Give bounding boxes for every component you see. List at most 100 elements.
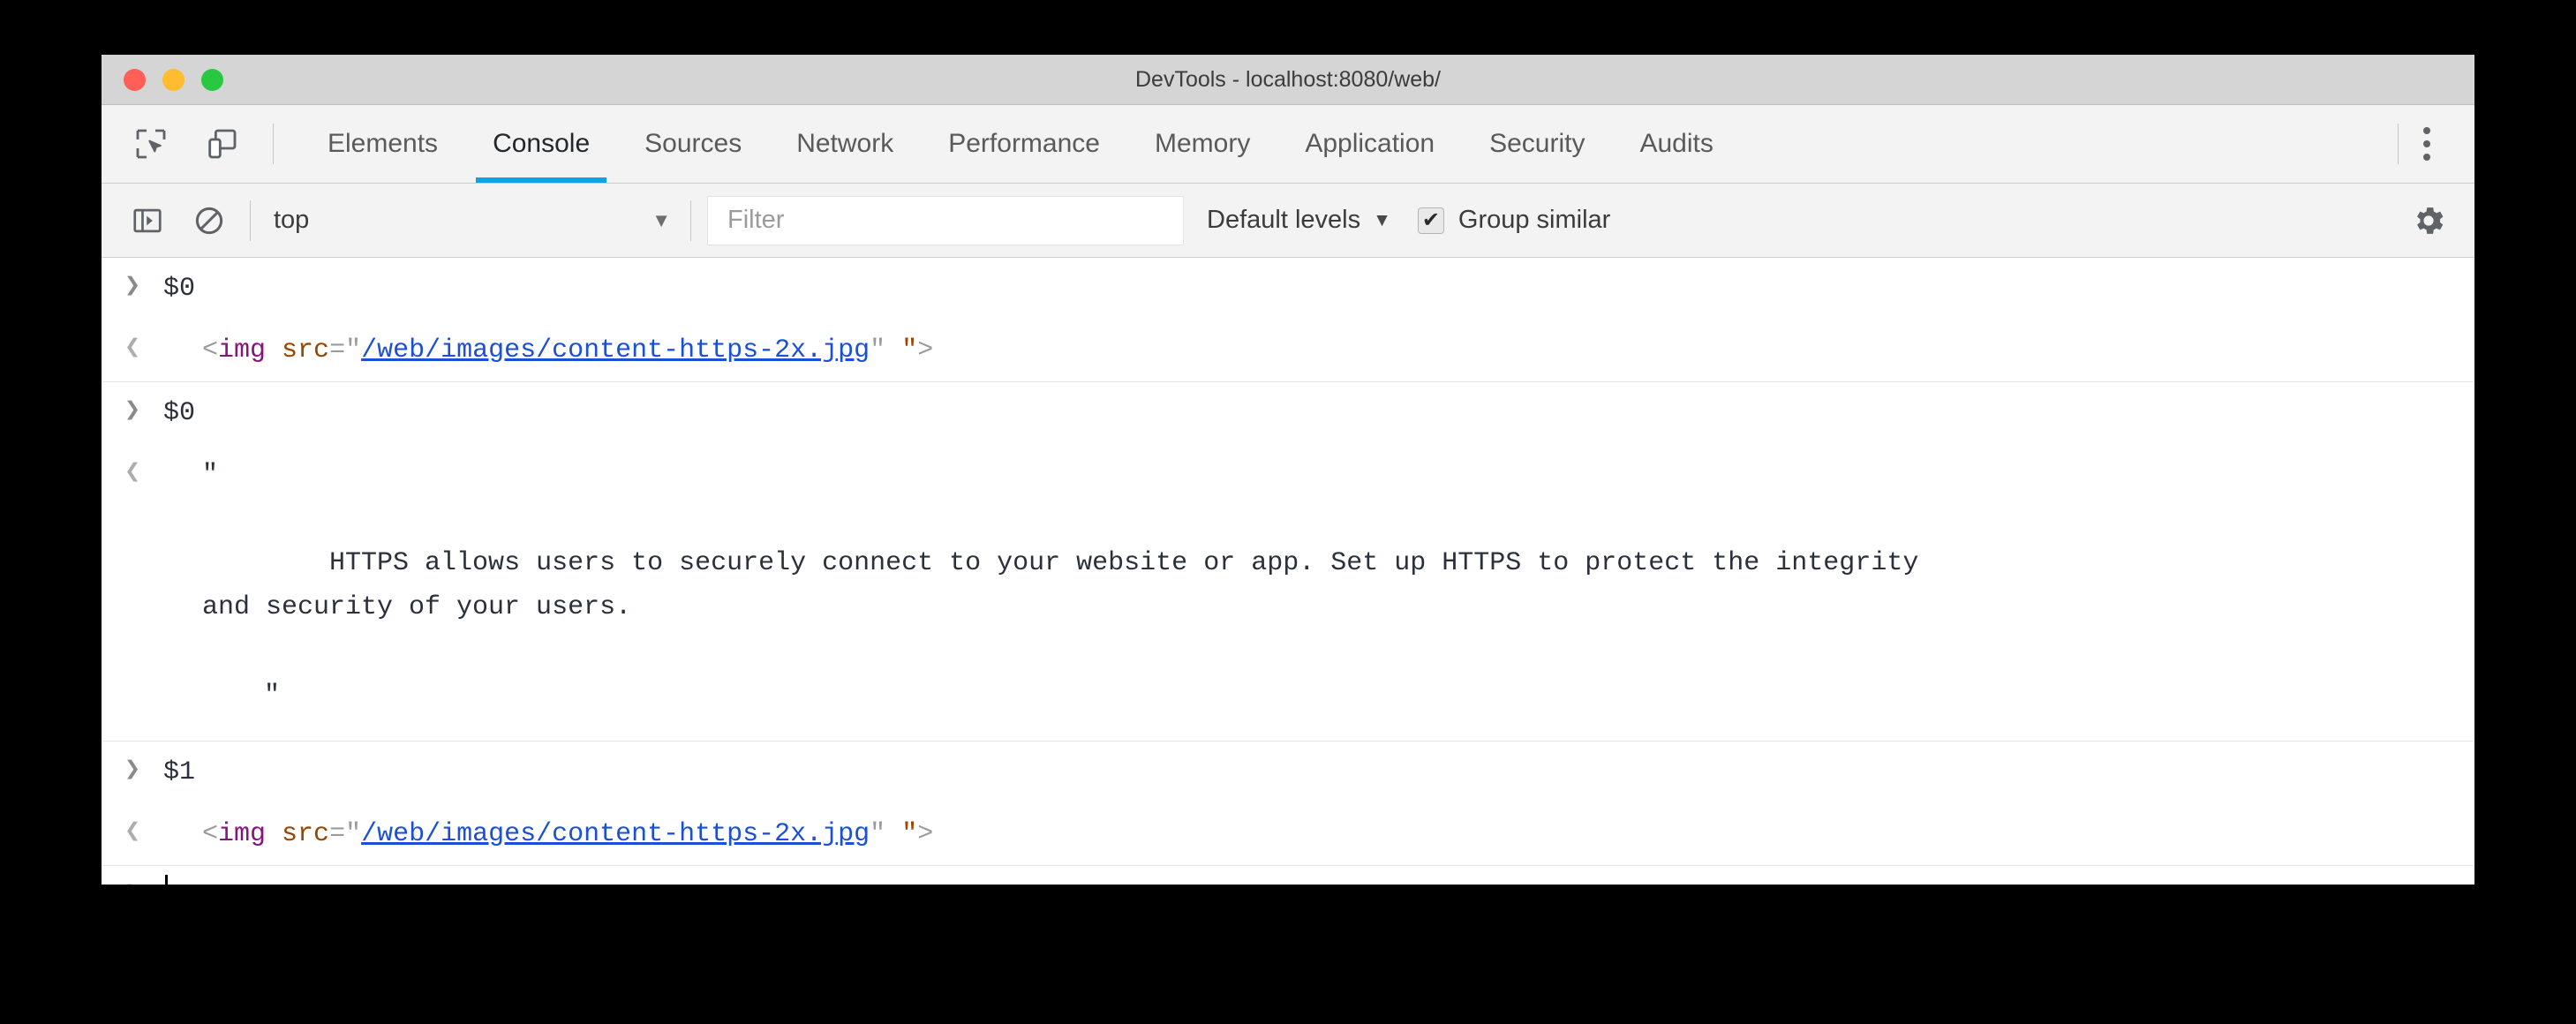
console-command-text: $0 bbox=[163, 398, 196, 428]
string-line-2: and security of your users. bbox=[202, 592, 632, 622]
close-window-button[interactable] bbox=[124, 68, 146, 91]
chevron-down-icon: ▼ bbox=[1373, 209, 1391, 230]
checkmark-icon: ✔ bbox=[1421, 207, 1440, 232]
tabbar-right-controls bbox=[2394, 119, 2474, 169]
console-output-row[interactable]: ❮ <img src="/web/images/content-https-2x… bbox=[102, 320, 2474, 382]
clear-console-icon[interactable] bbox=[186, 198, 232, 244]
more-options-icon[interactable] bbox=[2402, 119, 2452, 169]
string-line-1: HTTPS allows users to securely connect t… bbox=[202, 548, 1919, 578]
html-punctuation: > bbox=[917, 335, 934, 365]
console-message-list[interactable]: ❯ $0 ❮ <img src="/web/images/content-htt… bbox=[102, 258, 2474, 885]
log-levels-select[interactable]: Default levels ▼ bbox=[1207, 206, 1391, 235]
tab-network[interactable]: Network bbox=[769, 105, 921, 183]
input-arrow-icon: ❯ bbox=[124, 396, 141, 426]
tab-label: Memory bbox=[1154, 129, 1251, 158]
tab-label: Security bbox=[1489, 129, 1586, 158]
tab-audits[interactable]: Audits bbox=[1612, 105, 1740, 183]
console-result-html: <img src="/web/images/content-https-2x.j… bbox=[163, 328, 2474, 373]
html-space bbox=[266, 335, 282, 365]
output-arrow-icon: ❮ bbox=[124, 334, 141, 364]
tab-label: Audits bbox=[1639, 129, 1714, 158]
minimize-window-button[interactable] bbox=[162, 68, 185, 91]
filter-input[interactable]: Filter bbox=[707, 195, 1184, 245]
toolbar-divider bbox=[273, 124, 274, 164]
inspect-element-icon[interactable] bbox=[128, 121, 174, 167]
tab-elements[interactable]: Elements bbox=[300, 105, 465, 183]
tab-label: Elements bbox=[328, 129, 439, 158]
maximize-window-button[interactable] bbox=[201, 68, 223, 91]
console-toolbar-right bbox=[2406, 198, 2474, 244]
console-input-row[interactable]: ❯ $1 bbox=[102, 742, 2474, 803]
html-attribute-name: src bbox=[282, 819, 330, 849]
text-cursor bbox=[165, 875, 168, 885]
window-title: DevTools - localhost:8080/web/ bbox=[1134, 66, 1442, 92]
chevron-down-icon: ▼ bbox=[652, 208, 671, 231]
devtools-tabbar: Elements Console Sources Network Perform… bbox=[102, 105, 2474, 184]
html-space bbox=[885, 335, 901, 365]
tab-label: Performance bbox=[948, 129, 1100, 158]
html-tag-name: img bbox=[218, 335, 267, 365]
resource-link[interactable]: /web/images/content-https-2x.jpg bbox=[361, 335, 870, 365]
input-arrow-icon: ❯ bbox=[124, 756, 141, 786]
tab-label: Sources bbox=[644, 129, 742, 158]
console-output-row[interactable]: ❮ " HTTPS allows users to securely conne… bbox=[102, 444, 2474, 742]
string-close-quote: " bbox=[264, 681, 281, 711]
console-prompt-row[interactable]: ❯ bbox=[102, 866, 2474, 885]
settings-gear-icon[interactable] bbox=[2406, 198, 2452, 244]
html-punctuation: < bbox=[202, 335, 219, 365]
html-punctuation: < bbox=[202, 819, 219, 849]
tab-label: Console bbox=[493, 129, 591, 158]
html-punctuation: " bbox=[870, 819, 886, 849]
console-toolbar: top ▼ Filter Default levels ▼ ✔ Group si… bbox=[102, 184, 2474, 258]
tab-memory[interactable]: Memory bbox=[1127, 105, 1277, 183]
log-levels-label: Default levels bbox=[1207, 206, 1361, 234]
group-similar-label: Group similar bbox=[1457, 206, 1611, 234]
console-input-row[interactable]: ❯ $0 bbox=[102, 258, 2474, 320]
prompt-arrow-icon: ❯ bbox=[102, 875, 163, 885]
tab-performance[interactable]: Performance bbox=[921, 105, 1127, 183]
tab-console[interactable]: Console bbox=[465, 105, 617, 183]
tab-label: Application bbox=[1305, 129, 1435, 158]
html-space bbox=[885, 819, 901, 849]
console-output-row[interactable]: ❮ <img src="/web/images/content-https-2x… bbox=[102, 803, 2474, 866]
html-attribute-name: src bbox=[282, 335, 330, 365]
console-result-html: <img src="/web/images/content-https-2x.j… bbox=[163, 812, 2474, 856]
toggle-device-toolbar-icon[interactable] bbox=[199, 121, 245, 167]
html-attribute-quote: " bbox=[901, 819, 918, 849]
group-similar-checkbox[interactable]: ✔ bbox=[1417, 207, 1444, 234]
tab-list: Elements Console Sources Network Perform… bbox=[300, 105, 1741, 183]
devtools-window: DevTools - localhost:8080/web/ Elements … bbox=[102, 55, 2474, 885]
html-space bbox=[266, 819, 282, 849]
input-arrow-icon: ❯ bbox=[124, 272, 141, 302]
tab-security[interactable]: Security bbox=[1462, 105, 1612, 183]
html-punctuation: " bbox=[870, 335, 886, 365]
window-controls bbox=[124, 68, 223, 91]
string-open-quote: " bbox=[202, 460, 219, 490]
window-titlebar: DevTools - localhost:8080/web/ bbox=[102, 55, 2474, 105]
html-punctuation: > bbox=[917, 819, 934, 849]
output-arrow-icon: ❮ bbox=[124, 458, 141, 488]
html-tag-name: img bbox=[218, 819, 267, 849]
show-console-sidebar-icon[interactable] bbox=[124, 198, 170, 244]
html-attribute-quote: " bbox=[901, 335, 918, 365]
execution-context-value: top bbox=[274, 206, 310, 234]
group-similar-toggle[interactable]: ✔ Group similar bbox=[1417, 206, 1611, 235]
console-command-text: $0 bbox=[163, 274, 196, 304]
filter-placeholder: Filter bbox=[727, 206, 785, 234]
console-command-text: $1 bbox=[163, 757, 196, 787]
tab-label: Network bbox=[796, 129, 894, 158]
output-arrow-icon: ❮ bbox=[124, 817, 141, 847]
execution-context-select[interactable]: top ▼ bbox=[254, 197, 687, 245]
tabbar-divider bbox=[2398, 124, 2399, 164]
console-toolbar-divider-1 bbox=[250, 200, 251, 241]
console-input-row[interactable]: ❯ $0 bbox=[102, 382, 2474, 444]
tabbar-tools bbox=[102, 121, 300, 167]
tab-application[interactable]: Application bbox=[1277, 105, 1462, 183]
console-toolbar-divider-2 bbox=[690, 200, 691, 241]
html-punctuation: =" bbox=[329, 819, 362, 849]
resource-link[interactable]: /web/images/content-https-2x.jpg bbox=[361, 819, 870, 849]
tab-sources[interactable]: Sources bbox=[617, 105, 769, 183]
console-result-string: " HTTPS allows users to securely connect… bbox=[163, 453, 2474, 718]
console-prompt-input[interactable] bbox=[163, 875, 2474, 885]
html-punctuation: =" bbox=[329, 335, 362, 365]
